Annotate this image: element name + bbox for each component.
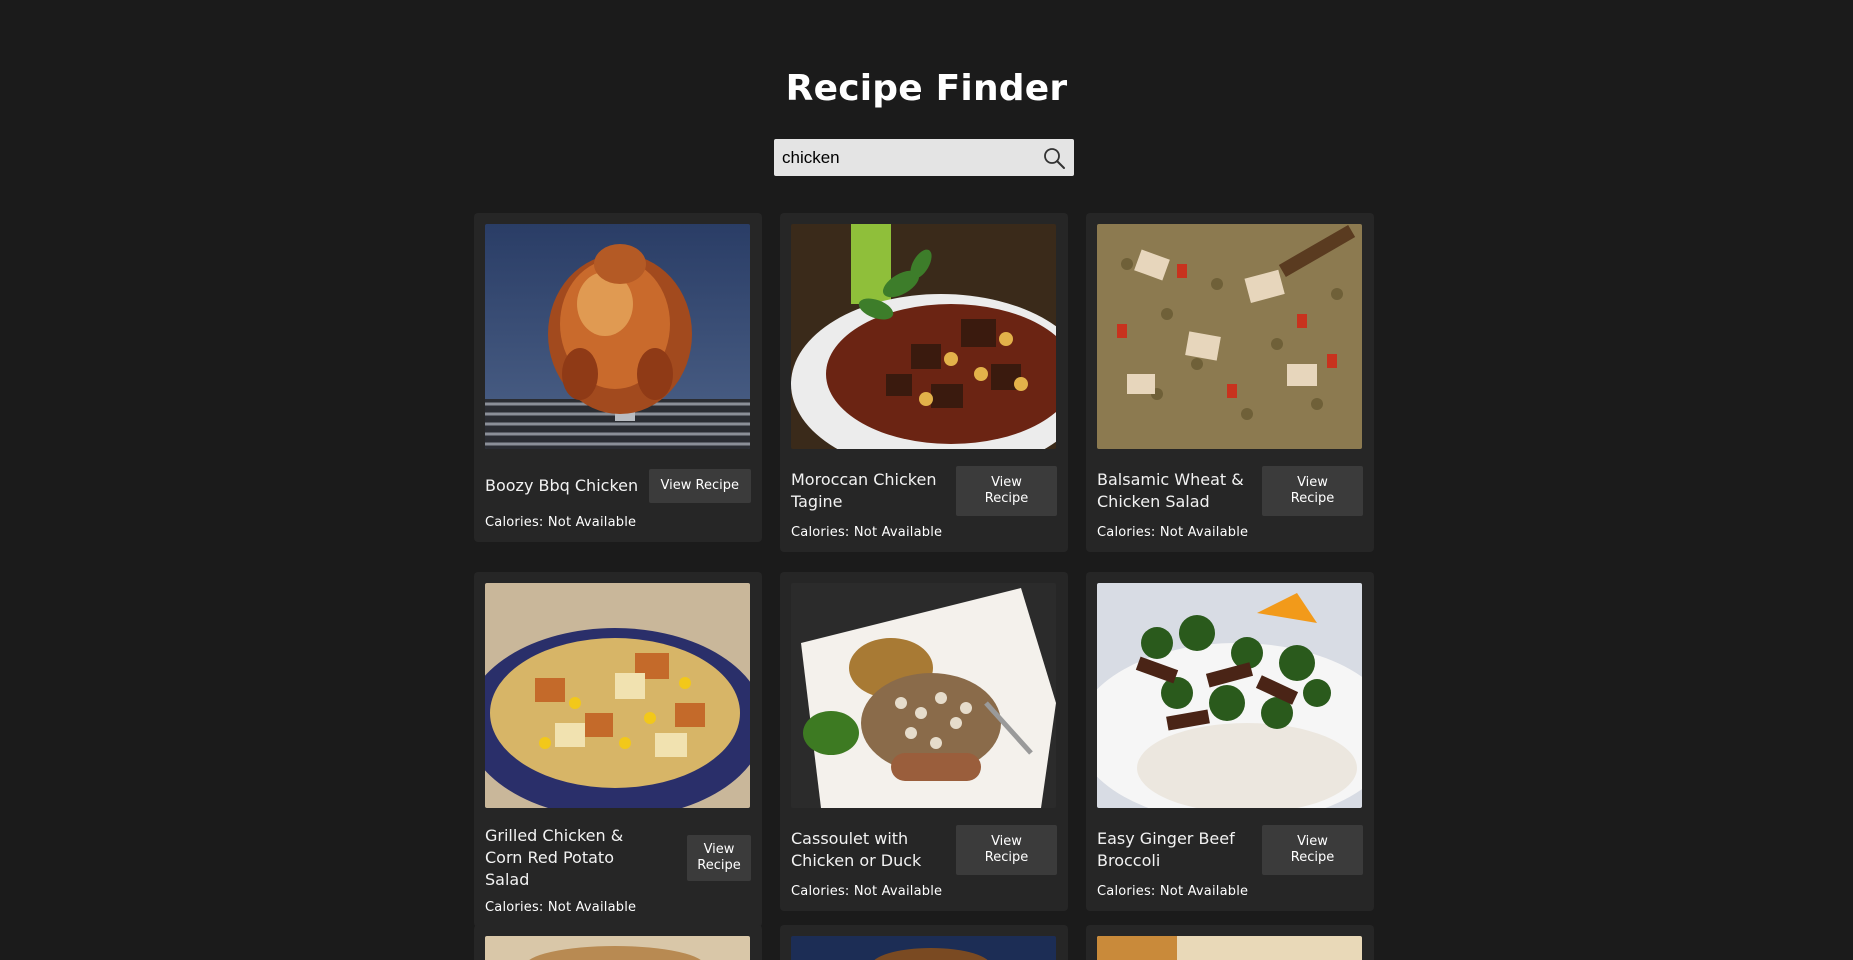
view-recipe-button[interactable]: View Recipe	[1262, 825, 1363, 875]
search-icon	[1044, 148, 1065, 169]
recipe-calories: Calories: Not Available	[485, 515, 751, 530]
card-header: Easy Ginger Beef Broccoli View Recipe	[1097, 825, 1363, 875]
calories-value: Not Available	[547, 515, 637, 530]
calories-value: Not Available	[547, 900, 637, 915]
calories-label: Calories:	[1097, 884, 1156, 899]
search-input[interactable]	[774, 139, 1032, 176]
recipe-image[interactable]	[791, 936, 1056, 960]
recipe-title: Balsamic Wheat & Chicken Salad	[1097, 470, 1244, 511]
recipe-image[interactable]	[485, 224, 750, 449]
recipe-card	[474, 925, 762, 960]
recipe-title: Moroccan Chicken Tagine	[791, 470, 937, 511]
calories-label: Calories:	[485, 900, 544, 915]
recipe-calories: Calories: Not Available	[485, 900, 751, 915]
recipe-card: Moroccan Chicken Tagine View Recipe Calo…	[780, 213, 1068, 552]
recipe-grid-next-row	[474, 925, 1374, 960]
recipe-card	[1086, 925, 1374, 960]
page: Recipe Finder chicken Boozy Bbq Chicken …	[0, 0, 1853, 960]
search-bar	[774, 139, 1074, 176]
recipe-card: Grilled Chicken & Corn Red Potato Salad …	[474, 572, 762, 927]
recipe-calories: Calories: Not Available	[791, 884, 1057, 899]
recipe-image[interactable]	[791, 224, 1056, 449]
calories-label: Calories:	[791, 525, 850, 540]
recipe-card: Boozy Bbq Chicken View Recipe Calories: …	[474, 213, 762, 542]
view-recipe-button[interactable]: View Recipe	[956, 466, 1057, 516]
page-title: Recipe Finder	[785, 68, 1068, 109]
recipe-title: Cassoulet with Chicken or Duck	[791, 829, 922, 870]
calories-value: Not Available	[1159, 525, 1249, 540]
recipe-image[interactable]	[791, 583, 1056, 808]
recipe-image[interactable]	[1097, 583, 1362, 808]
calories-value: Not Available	[1159, 884, 1249, 899]
recipe-image[interactable]	[485, 583, 750, 808]
recipe-title: Boozy Bbq Chicken	[485, 476, 639, 495]
recipe-title: Grilled Chicken & Corn Red Potato Salad	[485, 826, 624, 889]
recipe-image[interactable]	[1097, 224, 1362, 449]
calories-value: Not Available	[853, 884, 943, 899]
calories-label: Calories:	[1097, 525, 1156, 540]
recipe-image[interactable]	[485, 936, 750, 960]
view-recipe-button[interactable]: View Recipe	[956, 825, 1057, 875]
card-header: Moroccan Chicken Tagine View Recipe	[791, 466, 1057, 516]
card-header: Cassoulet with Chicken or Duck View Reci…	[791, 825, 1057, 875]
recipe-card: Easy Ginger Beef Broccoli View Recipe Ca…	[1086, 572, 1374, 911]
view-recipe-button[interactable]: View Recipe	[687, 835, 751, 881]
recipe-grid: Boozy Bbq Chicken View Recipe Calories: …	[474, 213, 1374, 927]
recipe-title: Easy Ginger Beef Broccoli	[1097, 829, 1235, 870]
recipe-calories: Calories: Not Available	[1097, 525, 1363, 540]
recipe-image[interactable]	[1097, 936, 1362, 960]
calories-value: Not Available	[853, 525, 943, 540]
calories-label: Calories:	[485, 515, 544, 530]
card-header: Balsamic Wheat & Chicken Salad View Reci…	[1097, 466, 1363, 516]
search-button[interactable]	[1040, 144, 1068, 172]
recipe-card: Cassoulet with Chicken or Duck View Reci…	[780, 572, 1068, 911]
recipe-calories: Calories: Not Available	[1097, 884, 1363, 899]
card-header: Grilled Chicken & Corn Red Potato Salad …	[485, 825, 751, 891]
calories-label: Calories:	[791, 884, 850, 899]
view-recipe-button[interactable]: View Recipe	[648, 469, 751, 503]
card-header: Boozy Bbq Chicken View Recipe	[485, 466, 751, 506]
view-recipe-button[interactable]: View Recipe	[1262, 466, 1363, 516]
recipe-card	[780, 925, 1068, 960]
recipe-card: Balsamic Wheat & Chicken Salad View Reci…	[1086, 213, 1374, 552]
recipe-calories: Calories: Not Available	[791, 525, 1057, 540]
